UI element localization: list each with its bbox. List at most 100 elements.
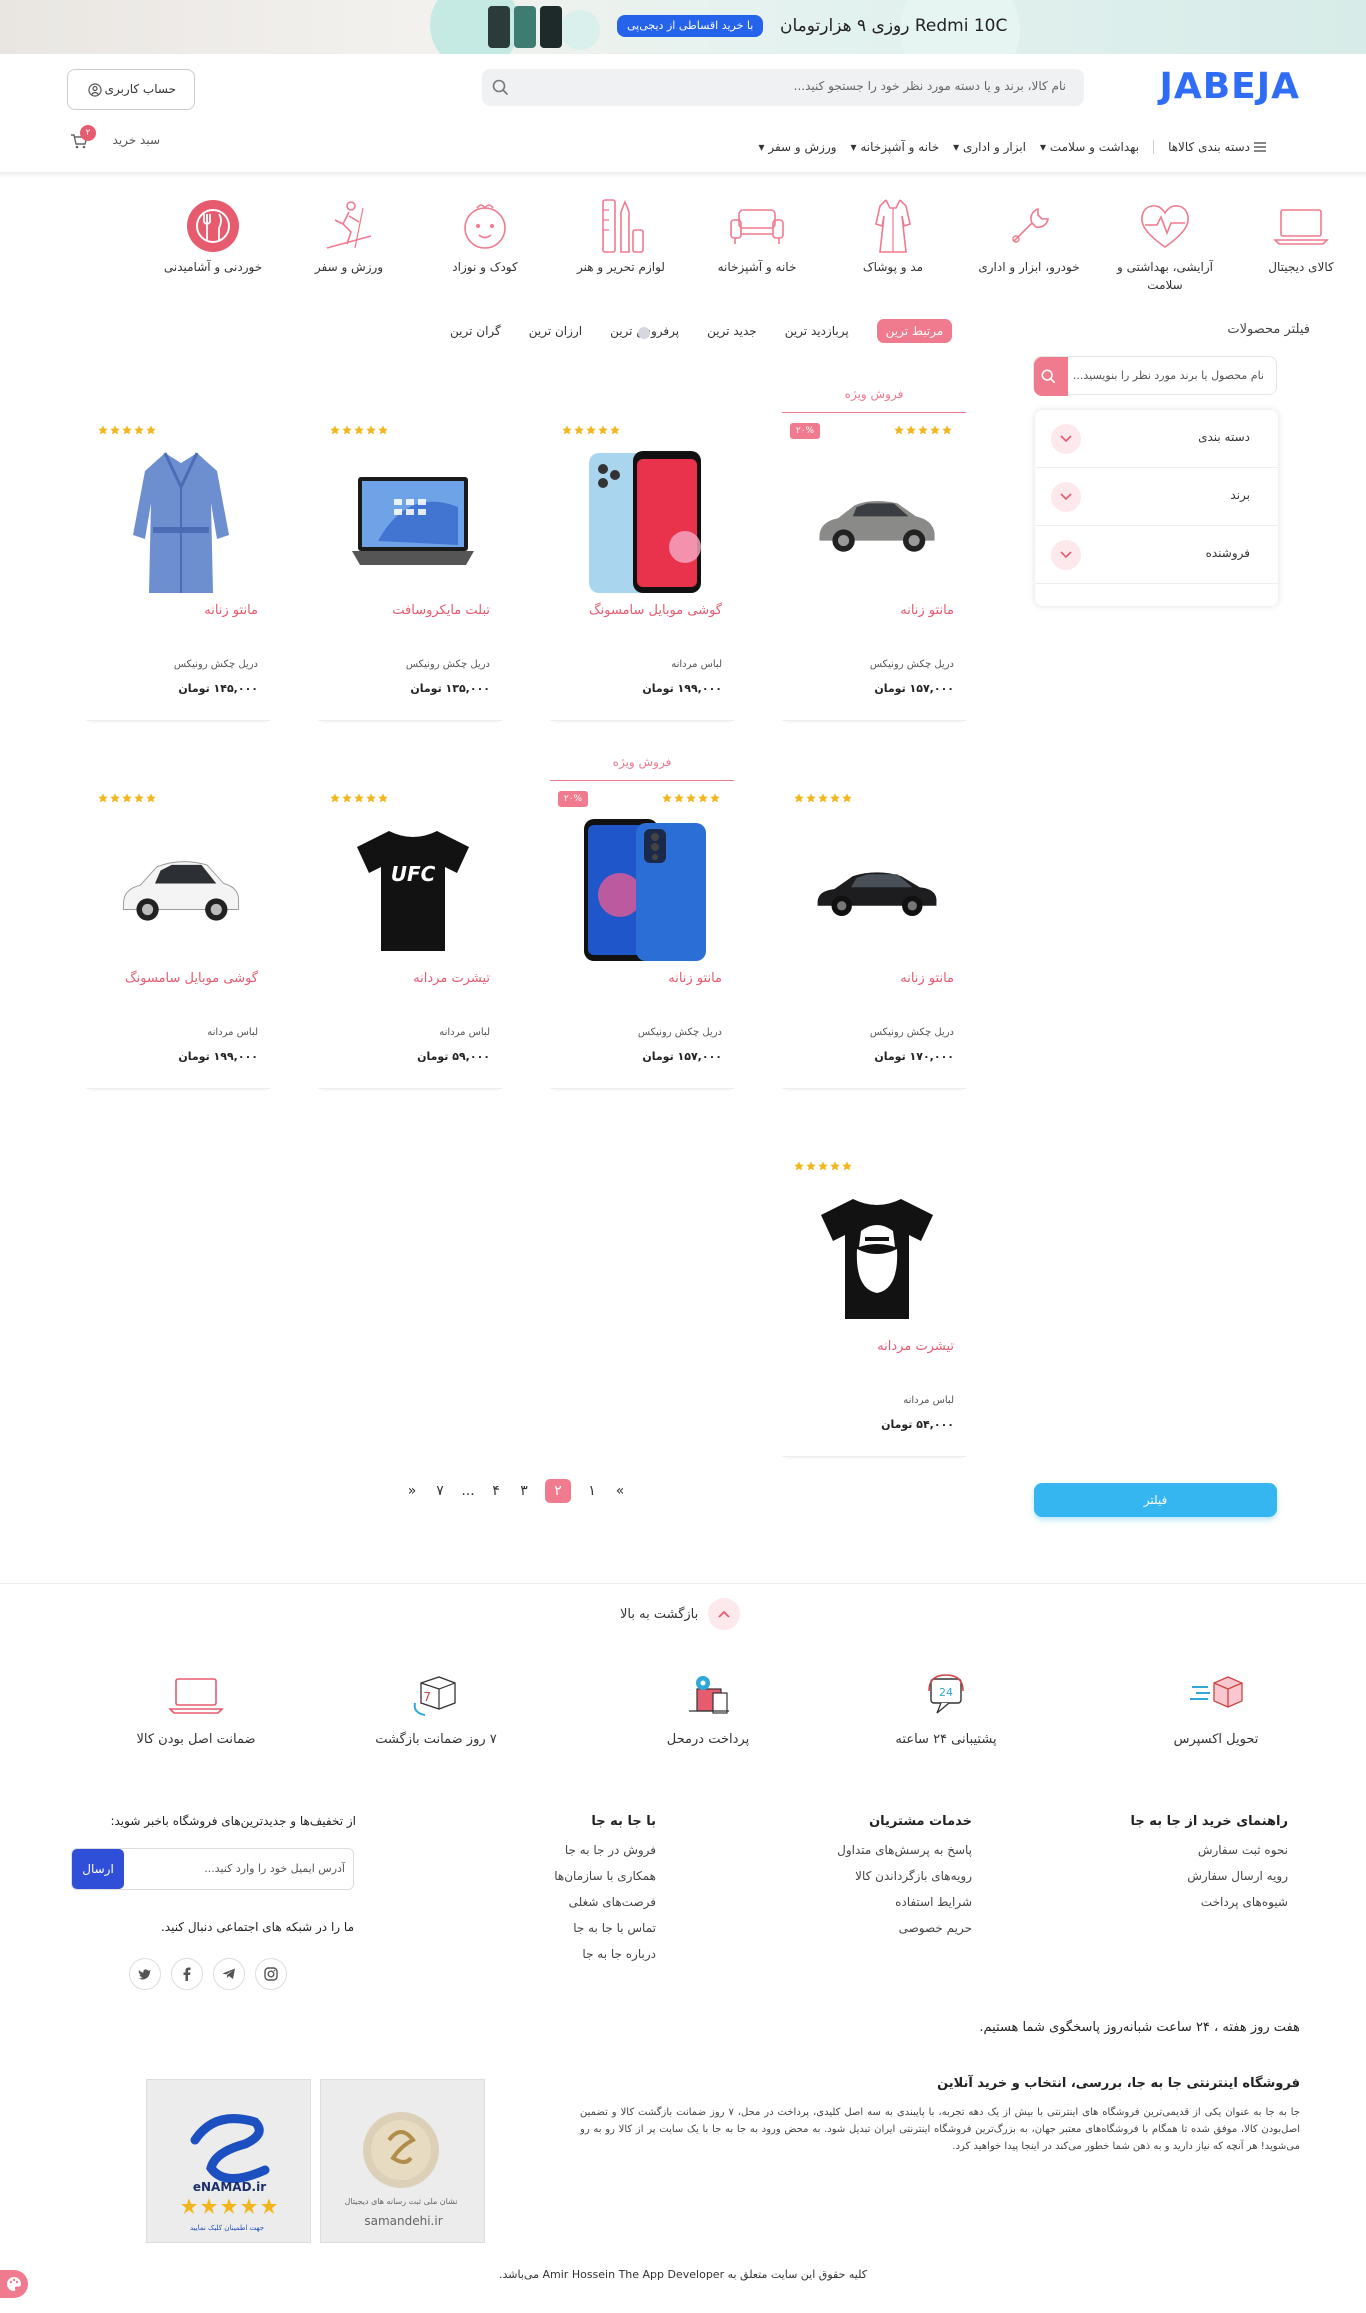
facet-category[interactable]: دسته بندی [1035,410,1278,468]
footer-link[interactable]: شیوه‌های پرداخت [1131,1895,1288,1909]
product-image[interactable]: UFC [348,815,478,965]
search-icon[interactable] [492,79,509,96]
product-title[interactable]: گوشی موبایل سامسونگ [125,971,258,986]
sort-option-most-viewed[interactable]: پربازدید ترین [785,324,849,338]
footer-link[interactable]: همکاری با سازمان‌ها [554,1869,656,1883]
product-title[interactable]: مانتو زنانه [900,971,954,986]
product-image[interactable] [812,815,942,965]
sort-option-newest[interactable]: جدید ترین [707,324,757,338]
product-title[interactable]: تیشرت مردانه [877,1339,954,1354]
product-image[interactable] [812,447,942,597]
product-title[interactable]: تیشرت مردانه [413,971,490,986]
footer-link[interactable]: فروش در جا به جا [554,1843,656,1857]
product-card[interactable]: فروش ویژه ۲۰% مانتو زنانه دریل چکش رونیکس ۱۵… [550,755,734,1089]
back-to-top-button[interactable]: بازگشت به بالا [620,1598,741,1630]
product-card[interactable]: مانتو زنانه دریل چکش رونیکس ۱۴۵,۰۰۰ تومان [86,417,270,721]
product-image[interactable] [116,447,246,597]
category-sport[interactable]: ورزش و سفر [284,196,414,296]
category-stationery[interactable]: لوازم تحریر و هنر [556,196,686,296]
page-link-current[interactable]: ۲ [545,1479,571,1503]
category-tools[interactable]: خودرو، ابزار و اداری [964,196,1094,296]
palette-icon[interactable] [0,2270,28,2298]
product-title[interactable]: تبلت مایکروسافت [392,603,490,618]
filter-search-button[interactable] [1034,357,1068,396]
product-title[interactable]: مانتو زنانه [900,603,954,618]
card-divider [86,711,270,721]
product-title[interactable]: گوشی موبایل سامسونگ [589,603,722,618]
enamad-seal[interactable]: جهت اطمینان کلیک نمایید eNAMAD.ir [146,2079,311,2243]
facet-label: فروشنده [1205,546,1250,560]
samandehi-seal[interactable]: نشان ملی ثبت رسانه های دیجیتال samandehi… [320,2079,485,2243]
account-button[interactable]: حساب کاربری [67,69,195,110]
promo-banner[interactable]: با خرید اقساطی از دیجی‌پی Redmi 10C روزی… [0,0,1366,54]
category-health[interactable]: آرایشی، بهداشتی و سلامت [1100,196,1230,296]
filter-apply-button[interactable]: فیلتر [1034,1483,1277,1517]
product-card[interactable]: فروش ویژه ۲۰% مانتو زنانه دریل چکش رونیکس ۱۵… [782,387,966,721]
product-image[interactable] [116,815,246,965]
footer-link[interactable]: رویه‌های بازگرداندن کالا [837,1869,972,1883]
facebook-icon[interactable] [171,1958,203,1990]
newsletter-send-button[interactable]: ارسال [72,1849,124,1889]
footer-link[interactable]: نحوه ثبت سفارش [1131,1843,1288,1857]
account-label: حساب کاربری [104,82,176,96]
sort-option-most-expensive[interactable]: گران ترین [450,324,501,338]
footer-link[interactable]: تماس با جا به جا [554,1921,656,1935]
site-logo[interactable]: JABEJA [1159,66,1300,107]
chevron-down-icon[interactable] [1051,482,1081,512]
category-home[interactable]: خانه و آشپزخانه [692,196,822,296]
nav-item[interactable]: خانه و آشپزخانه ▾ [851,140,940,154]
laptop-icon [1236,196,1366,256]
telegram-icon[interactable] [213,1958,245,1990]
footer-link[interactable]: فرصت‌های شغلی [554,1895,656,1909]
nav-item[interactable]: بهداشت و سلامت ▾ [1040,140,1139,154]
pagination-next[interactable]: » [405,1483,419,1499]
chevron-down-icon[interactable] [1051,540,1081,570]
footer-link[interactable]: شرایط استفاده [837,1895,972,1909]
sort-option-cheapest[interactable]: ارزان ترین [529,324,582,338]
footer-link[interactable]: پاسخ به پرسش‌های متداول [837,1843,972,1857]
page-link[interactable]: ۷ [433,1483,447,1499]
product-title[interactable]: مانتو زنانه [668,971,722,986]
page-link[interactable]: ۳ [517,1483,531,1499]
sort-option-relevant[interactable]: مرتبط ترین [876,319,953,343]
product-card[interactable]: گوشی موبایل سامسونگ لباس مردانه ۱۹۹,۰۰۰ تو… [86,785,270,1089]
product-image[interactable] [580,447,710,597]
newsletter-email-input[interactable]: آدرس ایمیل خود را وارد کنید... ارسال [71,1848,354,1890]
facet-seller[interactable]: فروشنده [1035,526,1278,584]
page-link[interactable]: ۴ [489,1483,503,1499]
footer-link[interactable]: درباره جا به جا [554,1947,656,1961]
cart-label: سبد خرید [112,133,160,147]
product-title[interactable]: مانتو زنانه [204,603,258,618]
chevron-down-icon[interactable] [1051,424,1081,454]
skier-icon [284,196,414,256]
product-image[interactable] [580,815,710,965]
product-image[interactable] [348,447,478,597]
page-link[interactable]: ۱ [585,1483,599,1499]
category-baby[interactable]: کودک و نوزاد [420,196,550,296]
nav-item[interactable]: ورزش و سفر ▾ [758,140,836,154]
category-fashion[interactable]: مد و پوشاک [828,196,958,296]
about-text: جا به جا به عنوان یکی از قدیمی‌ترین فروش… [580,2107,1300,2152]
product-card[interactable]: تبلت مایکروسافت دریل چکش رونیکس ۱۳۵,۰۰۰ تو… [318,417,502,721]
special-sale-label: فروش ویژه [782,387,966,413]
category-digital[interactable]: کالای دیجیتال [1236,196,1366,296]
category-food[interactable]: خوردنی و آشامیدنی [148,196,278,296]
nav-item[interactable]: ابزار و اداری ▾ [953,140,1026,154]
menu-icon [1254,142,1266,152]
filter-search-input[interactable]: نام محصول یا برند مورد نظر را بنویسید... [1033,356,1277,396]
product-card[interactable]: مانتو زنانه دریل چکش رونیکس ۱۷۰,۰۰۰ تومان [782,785,966,1089]
search-input[interactable]: نام کالا، برند و یا دسته مورد نظر خود را… [482,69,1084,106]
footer-link[interactable]: رویه ارسال سفارش [1131,1869,1288,1883]
twitter-icon[interactable] [129,1958,161,1990]
facet-brand[interactable]: برند [1035,468,1278,526]
instagram-icon[interactable] [255,1958,287,1990]
product-image[interactable] [812,1183,942,1333]
product-card[interactable]: تیشرت مردانه لباس مردانه ۵۴,۰۰۰ تومان [782,1153,966,1457]
cart-button[interactable]: سبد خرید ۲ [70,125,160,155]
footer-link[interactable]: حریم خصوصی [837,1921,972,1935]
product-card[interactable]: UFC تیشرت مردانه لباس مردانه ۵۹,۰۰۰ تومان [318,785,502,1089]
nav-categories[interactable]: دسته بندی کالاها [1168,140,1266,154]
facet-label: دسته بندی [1198,430,1250,444]
pagination-prev[interactable]: « [613,1483,627,1499]
product-card[interactable]: گوشی موبایل سامسونگ لباس مردانه ۱۹۹,۰۰۰ تو… [550,417,734,721]
